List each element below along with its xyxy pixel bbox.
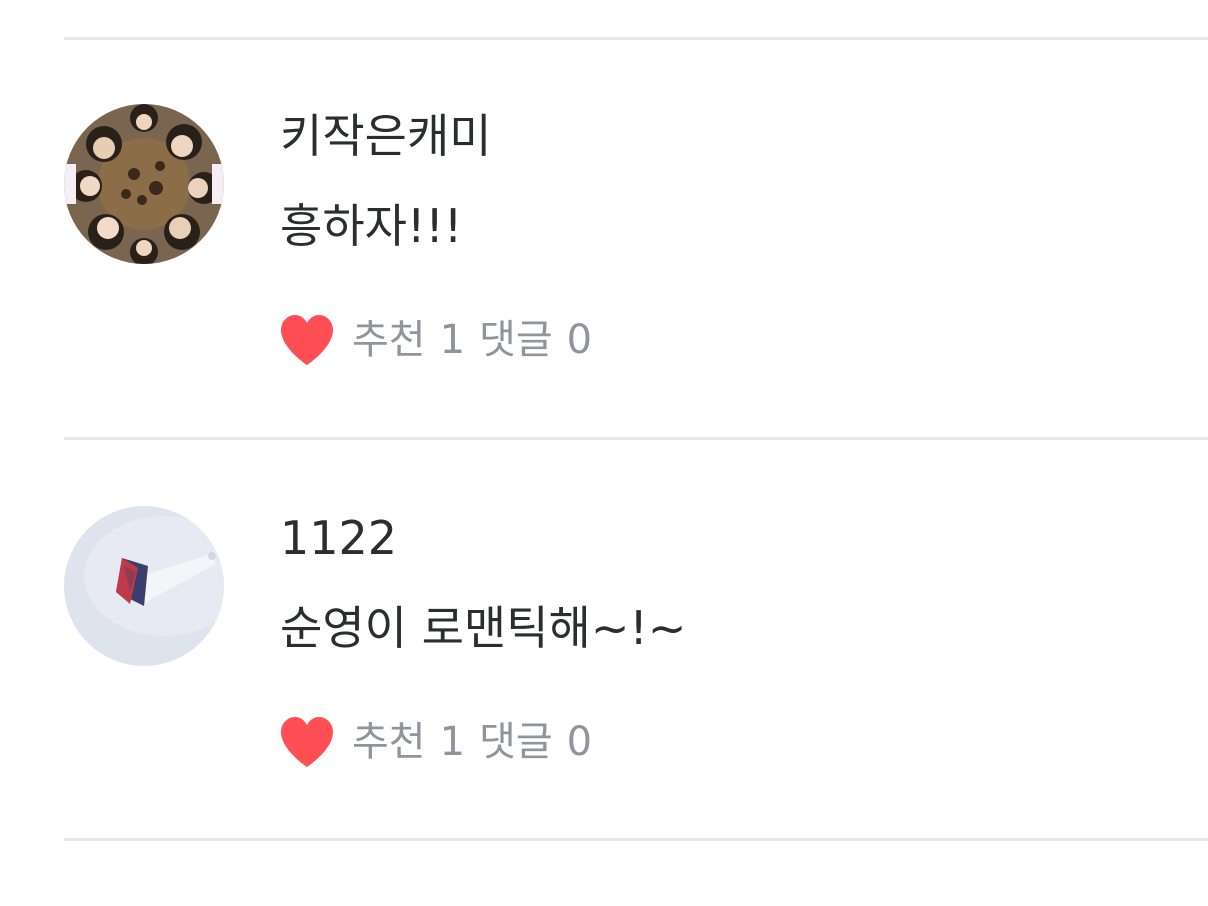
- comment-author[interactable]: 키작은캐미: [280, 106, 492, 166]
- avatar[interactable]: [64, 104, 224, 264]
- like-label[interactable]: 추천: [352, 712, 426, 772]
- group-photo-avatar-icon: [64, 104, 224, 264]
- comment-item: 키작은캐미 흥하자!!! 추천 1 댓글 0: [0, 38, 1208, 438]
- lightstick-photo-avatar-icon: [64, 506, 224, 666]
- like-count: 1: [439, 719, 466, 765]
- comment-meta: 추천 1 댓글 0: [278, 310, 592, 370]
- reply-count: 0: [566, 317, 593, 363]
- reply-count: 0: [566, 719, 593, 765]
- comment-author[interactable]: 1122: [280, 508, 397, 568]
- comment-text: 흥하자!!!: [280, 199, 463, 253]
- heart-icon[interactable]: [278, 313, 336, 367]
- avatar[interactable]: [64, 506, 224, 666]
- bottom-divider: [64, 838, 1208, 841]
- comment-meta: 추천 1 댓글 0: [278, 712, 592, 772]
- like-count: 1: [439, 317, 466, 363]
- reply-label[interactable]: 댓글: [479, 310, 553, 370]
- comment-text: 순영이 로맨틱해~!~: [280, 601, 687, 655]
- comment-item: 1122 순영이 로맨틱해~!~ 추천 1 댓글 0: [0, 440, 1208, 840]
- like-label[interactable]: 추천: [352, 310, 426, 370]
- heart-icon[interactable]: [278, 715, 336, 769]
- reply-label[interactable]: 댓글: [479, 712, 553, 772]
